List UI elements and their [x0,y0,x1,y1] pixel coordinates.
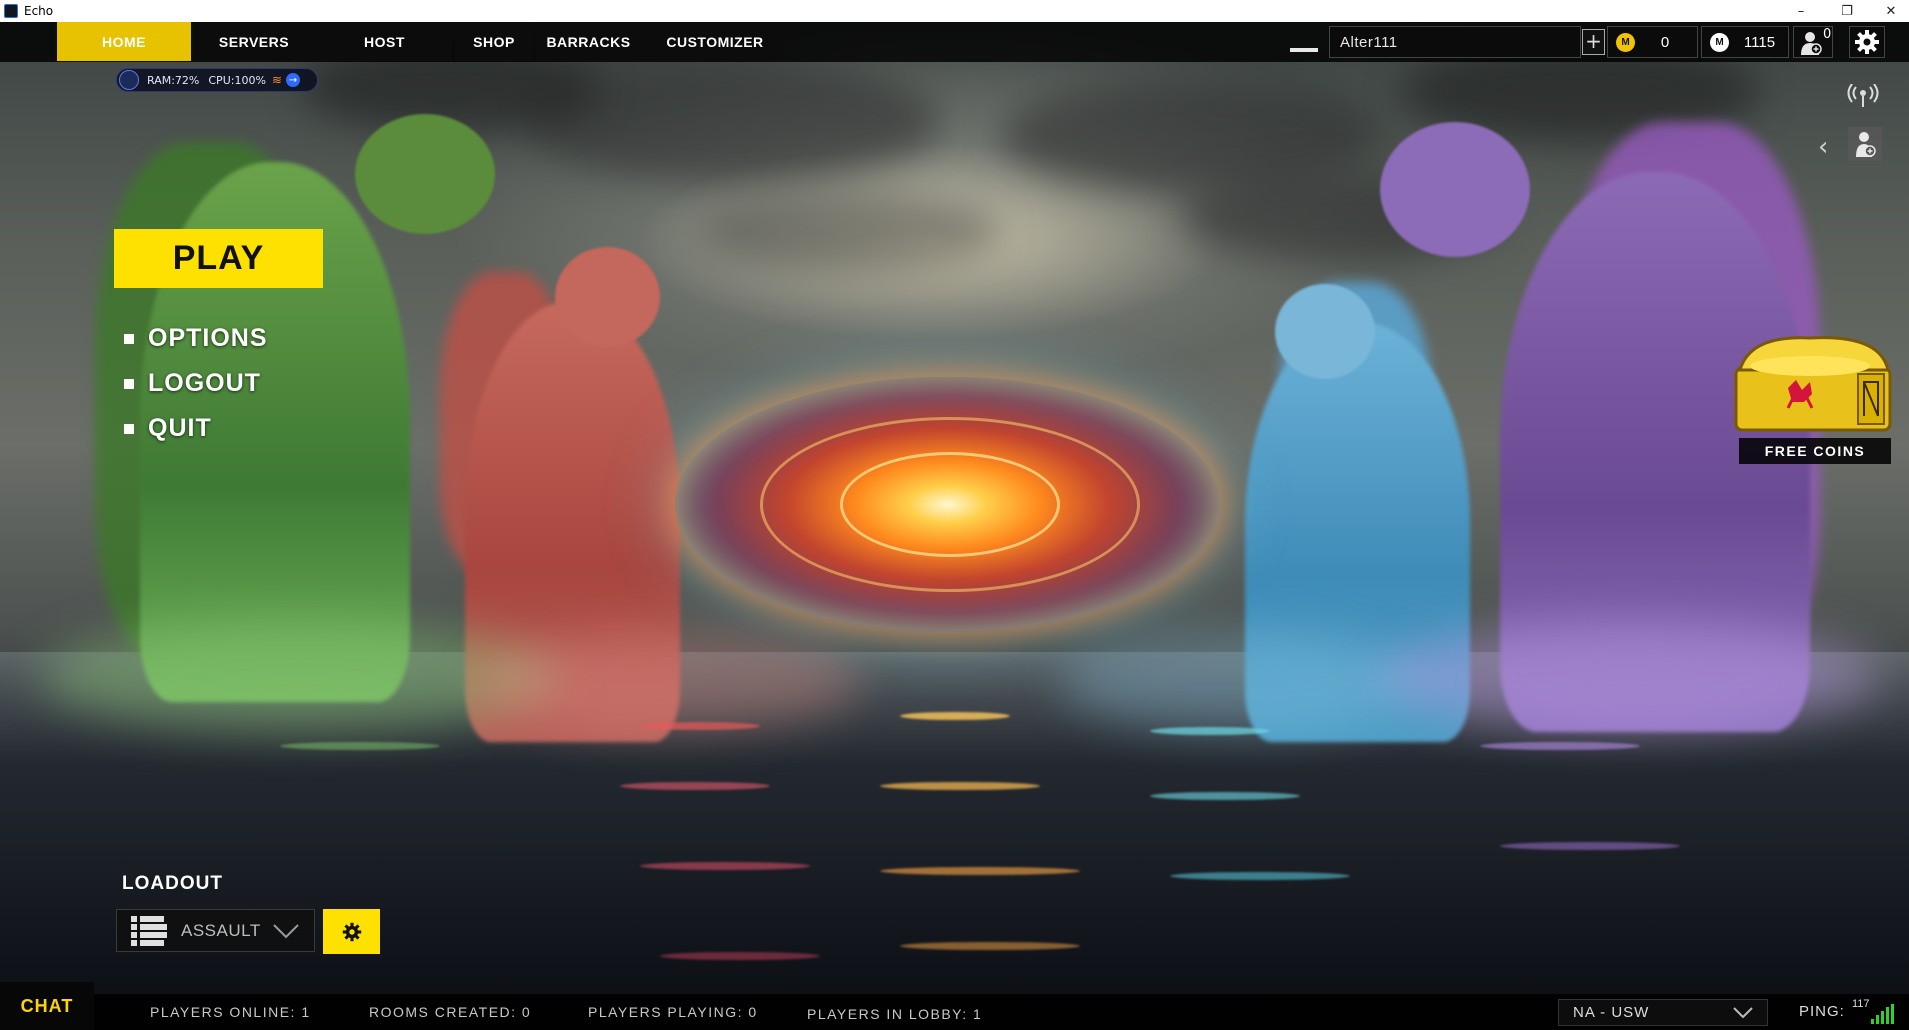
loadout-settings-button[interactable] [323,909,380,954]
premium-coin-icon: M [1710,32,1729,52]
logout-label: LOGOUT [148,369,261,397]
gold-coins-balance: M 0 [1607,26,1698,58]
username-field[interactable]: Alter111 [1329,26,1581,58]
gold-coin-icon: M [1616,32,1635,52]
signal-strength-icon [1871,1004,1894,1024]
broadcast-icon[interactable] [1846,83,1880,112]
play-button[interactable]: PLAY [114,229,323,288]
logout-button[interactable]: LOGOUT [124,369,261,398]
party-invite-button[interactable]: 0 [1793,26,1833,58]
arrow-right-icon: → [285,73,300,87]
main-nav: HOME SERVERS HOST SHOP BARRACKS CUSTOMIZ… [57,22,786,61]
loadout-heading: LOADOUT [122,873,223,894]
region-value: NA - USW [1573,1004,1650,1021]
chevron-down-icon [273,923,299,938]
gear-icon [1855,30,1879,54]
quit-button[interactable]: QUIT [124,414,212,443]
menu-bullet [124,333,134,344]
add-currency-button[interactable]: + [1582,29,1605,55]
background-artwork [0,22,1909,1030]
tab-host[interactable]: HOST [317,22,452,61]
ping-value: 117 [1852,998,1870,1010]
window-titlebar: Echo – ❐ ✕ [0,0,1909,22]
window-title: Echo [24,4,54,18]
rooms-created: ROOMS CREATED: 0 [369,1004,532,1020]
gear-icon [342,922,361,941]
tab-shop[interactable]: SHOP [455,22,533,61]
chevron-down-icon [1733,1006,1753,1018]
loadout-grid-icon [131,915,167,946]
ram-usage: RAM:72% [147,73,200,87]
loadout-dropdown[interactable]: ASSAULT [116,909,315,952]
ping-label: PING: [1799,1003,1845,1020]
loadout-selected: ASSAULT [181,920,261,940]
rocket-icon [119,70,139,90]
menu-bullet [124,423,134,434]
players-online: PLAYERS ONLINE: 1 [150,1004,311,1020]
players-in-lobby: PLAYERS IN LOBBY: 1 [807,1006,983,1022]
region-dropdown[interactable]: NA - USW [1558,999,1768,1026]
invite-count: 0 [1823,27,1832,42]
treasure-chest-icon[interactable] [1730,330,1896,435]
friends-panel-button[interactable] [1848,127,1882,161]
tab-servers[interactable]: SERVERS [194,22,314,61]
tab-barracks[interactable]: BARRACKS [536,22,641,61]
settings-button[interactable] [1849,26,1885,58]
close-button[interactable]: ✕ [1868,0,1909,22]
options-label: OPTIONS [148,324,268,352]
free-coins-button[interactable]: FREE COINS [1739,438,1891,464]
menu-bullet [124,378,134,389]
minimize-button[interactable]: – [1778,0,1824,22]
quit-label: QUIT [148,414,212,442]
players-playing: PLAYERS PLAYING: 0 [588,1004,758,1020]
system-monitor: RAM:72% CPU:100% ≋ → [116,68,318,92]
tab-home[interactable]: HOME [57,22,191,61]
premium-coins-value: 1115 [1743,33,1776,51]
cpu-usage: CPU:100% [208,73,266,87]
tab-customizer[interactable]: CUSTOMIZER [644,22,786,61]
chevron-left-icon[interactable]: ‹ [1818,132,1828,162]
options-button[interactable]: OPTIONS [124,324,268,353]
premium-coins-balance: M 1115 [1701,26,1789,58]
wifi-icon: ≋ [271,73,282,87]
add-friend-icon [1856,132,1876,157]
chat-button[interactable]: CHAT [0,982,94,1030]
loading-indicator [1290,48,1318,52]
gold-coins-value: 0 [1660,33,1670,51]
app-icon [4,4,18,18]
restore-button[interactable]: ❐ [1824,0,1870,22]
